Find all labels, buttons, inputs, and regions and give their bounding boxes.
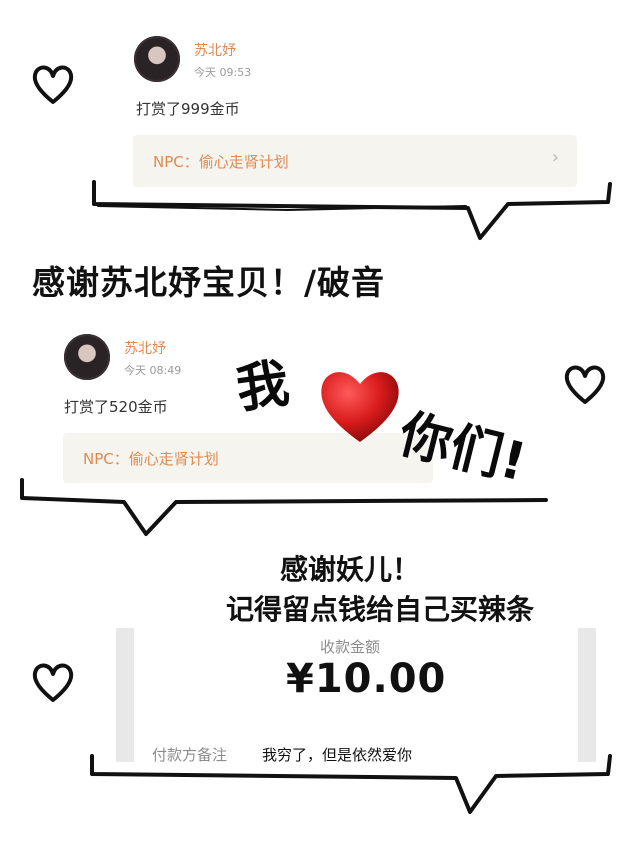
reward-text: 打赏了999金币 bbox=[136, 100, 240, 118]
amount-label: 收款金额 bbox=[320, 638, 381, 656]
card-edge-right bbox=[578, 628, 596, 762]
speech-bubble-outline bbox=[90, 754, 612, 814]
speech-bubble-outline bbox=[92, 180, 612, 240]
post-time: 今天 08:49 bbox=[124, 364, 182, 377]
red-heart-icon bbox=[321, 372, 399, 442]
amount-value: ¥10.00 bbox=[286, 656, 447, 702]
avatar[interactable] bbox=[64, 334, 110, 380]
chevron-right-icon: › bbox=[551, 147, 559, 168]
card-edge-left bbox=[116, 628, 134, 762]
doodle-heart-icon bbox=[32, 663, 74, 702]
caption-thanks: 感谢苏北妤宝贝！/破音 bbox=[32, 263, 386, 302]
avatar[interactable] bbox=[134, 36, 180, 82]
npc-title: NPC：偷心走肾计划 bbox=[153, 153, 289, 171]
doodle-heart-icon bbox=[32, 65, 74, 104]
thanks-line-1: 感谢妖儿！ bbox=[279, 553, 420, 586]
user-name[interactable]: 苏北妤 bbox=[194, 40, 236, 60]
post-time: 今天 09:53 bbox=[194, 66, 252, 79]
user-name[interactable]: 苏北妤 bbox=[124, 338, 166, 358]
reward-text: 打赏了520金币 bbox=[64, 398, 168, 416]
thanks-line-2: 记得留点钱给自己买辣条 bbox=[225, 593, 534, 626]
npc-title: NPC：偷心走肾计划 bbox=[83, 450, 219, 468]
doodle-heart-icon bbox=[564, 365, 606, 404]
love-text-wo: 我 bbox=[232, 353, 293, 421]
